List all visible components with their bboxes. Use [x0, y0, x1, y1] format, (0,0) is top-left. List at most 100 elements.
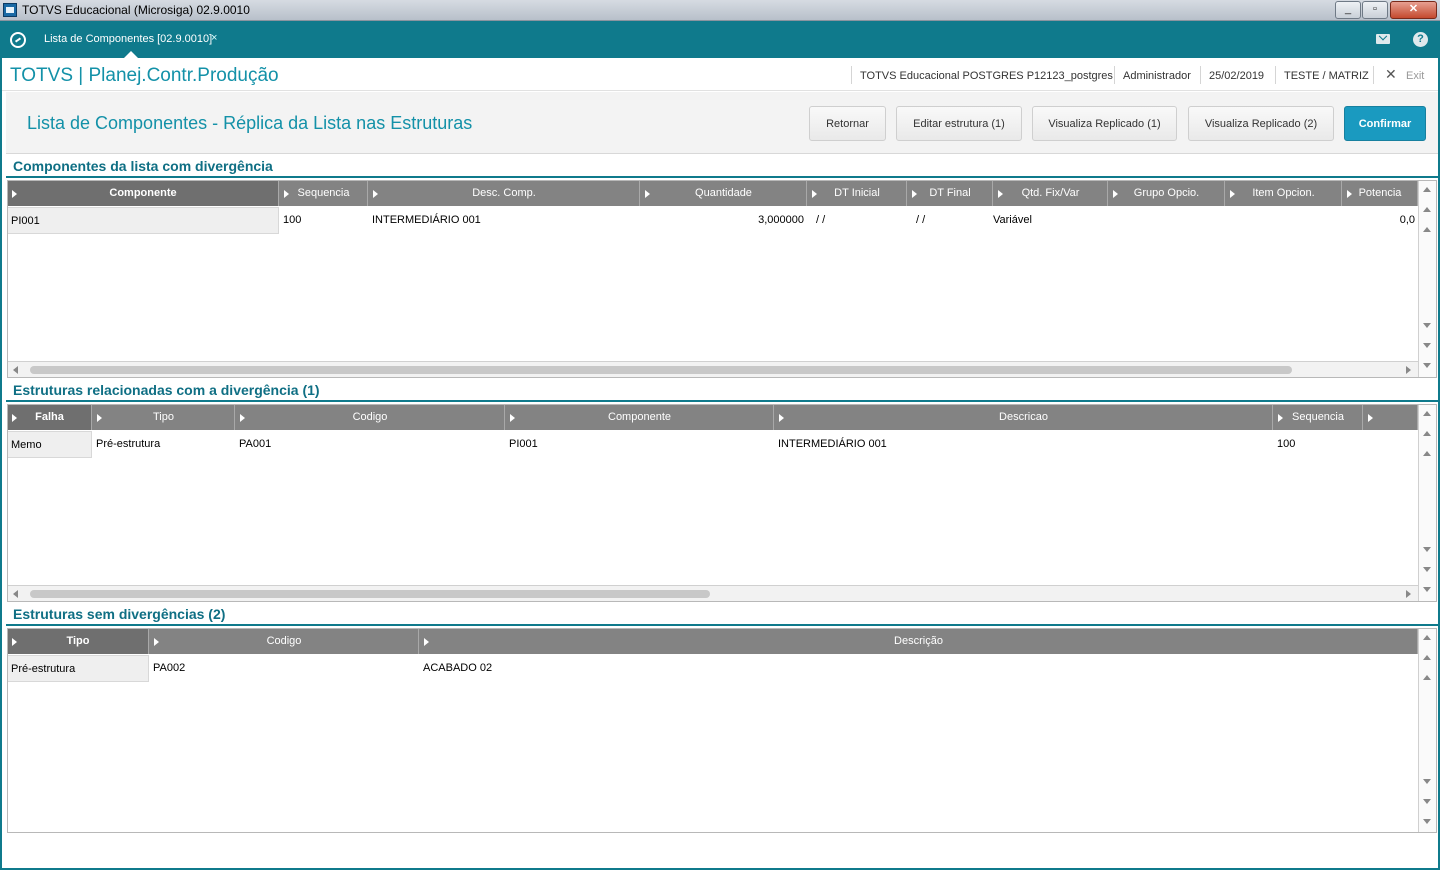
scroll-up-icon[interactable] [1423, 451, 1431, 456]
visualiza-replicado-2-button[interactable]: Visualiza Replicado (2) [1188, 106, 1334, 141]
totvs-logo-icon[interactable] [10, 32, 26, 48]
column-arrow-icon [1278, 414, 1283, 422]
table-cell[interactable]: ACABADO 02 [420, 655, 1418, 682]
scroll-down-icon[interactable] [1423, 547, 1431, 552]
column-header[interactable]: Falha [8, 405, 92, 430]
table-cell[interactable]: 100 [1274, 431, 1363, 458]
table-cell[interactable]: INTERMEDIÁRIO 001 [775, 431, 1273, 458]
table-cell[interactable]: 0,0 [1343, 207, 1418, 234]
column-header[interactable]: Item Opcion. [1226, 181, 1342, 206]
scroll-page-up-icon[interactable] [1423, 207, 1431, 212]
scroll-thumb[interactable] [30, 366, 1292, 374]
exit-icon[interactable]: ✕ [1385, 66, 1397, 83]
column-header[interactable]: Desc. Comp. [369, 181, 640, 206]
column-header[interactable] [1364, 405, 1418, 430]
column-header-label: Componente [109, 187, 177, 199]
header-separator [1114, 66, 1115, 84]
column-header[interactable]: DT Final [908, 181, 993, 206]
scroll-top-icon[interactable] [1423, 411, 1431, 416]
visualiza-replicado-1-button[interactable]: Visualiza Replicado (1) [1032, 106, 1177, 141]
column-header[interactable]: Codigo [150, 629, 419, 654]
table-row[interactable]: PI001 100 INTERMEDIÁRIO 001 3,000000 / /… [8, 207, 1418, 234]
tab-lista-componentes[interactable]: Lista de Componentes [02.9.0010] [44, 33, 212, 45]
section-title-divergencia: Componentes da lista com divergência [13, 158, 273, 174]
table-cell[interactable]: PA001 [236, 431, 505, 458]
table-row[interactable]: Memo Pré-estrutura PA001 PI001 INTERMEDI… [8, 431, 1418, 458]
exit-link[interactable]: Exit [1406, 70, 1424, 82]
table-row[interactable]: Pré-estrutura PA002 ACABADO 02 [8, 655, 1418, 682]
scroll-left-icon[interactable] [13, 590, 18, 598]
column-header[interactable]: Tipo [93, 405, 235, 430]
scroll-bottom-icon[interactable] [1423, 819, 1431, 824]
column-header[interactable]: Componente [506, 405, 774, 430]
table-cell[interactable]: PA002 [150, 655, 419, 682]
scroll-top-icon[interactable] [1423, 187, 1431, 192]
column-header-label: DT Inicial [834, 187, 880, 199]
horizontal-scrollbar[interactable] [8, 585, 1418, 601]
grid-header: Componente Sequencia Desc. Comp. Quantid… [8, 181, 1418, 206]
scroll-page-down-icon[interactable] [1423, 567, 1431, 572]
column-header-label: Grupo Opcio. [1133, 187, 1200, 199]
column-header[interactable]: Sequencia [1274, 405, 1363, 430]
column-header[interactable]: Codigo [236, 405, 505, 430]
table-cell[interactable]: Memo [8, 431, 92, 458]
table-cell[interactable]: PI001 [8, 207, 279, 234]
table-cell[interactable]: / / [813, 207, 907, 234]
minimize-button[interactable]: _ [1335, 1, 1361, 19]
scroll-left-icon[interactable] [13, 366, 18, 374]
scroll-page-up-icon[interactable] [1423, 431, 1431, 436]
scroll-up-icon[interactable] [1423, 675, 1431, 680]
scroll-bottom-icon[interactable] [1423, 587, 1431, 592]
column-header[interactable]: Tipo [8, 629, 149, 654]
column-header-label: Codigo [352, 411, 388, 423]
scroll-top-icon[interactable] [1423, 635, 1431, 640]
table-cell[interactable] [1226, 207, 1342, 234]
column-header-label: DT Final [929, 187, 971, 199]
mail-icon[interactable] [1376, 34, 1390, 44]
scroll-down-icon[interactable] [1423, 779, 1431, 784]
vertical-scrollbar[interactable] [1418, 181, 1436, 377]
table-cell[interactable]: 100 [280, 207, 368, 234]
scroll-right-icon[interactable] [1406, 366, 1411, 374]
column-arrow-icon [12, 414, 17, 422]
column-header[interactable]: Potencia [1343, 181, 1418, 206]
column-header[interactable]: Quantidade [641, 181, 807, 206]
maximize-button[interactable]: ▫ [1362, 1, 1388, 19]
tab-close-icon[interactable]: × [211, 32, 217, 44]
column-header[interactable]: Descricao [775, 405, 1273, 430]
scroll-up-icon[interactable] [1423, 227, 1431, 232]
column-header[interactable]: Componente [8, 181, 279, 206]
table-cell[interactable]: Pré-estrutura [93, 431, 235, 458]
vertical-scrollbar[interactable] [1418, 405, 1436, 601]
retornar-button[interactable]: Retornar [809, 106, 886, 141]
column-arrow-icon [1368, 414, 1373, 422]
column-header[interactable]: Qtd. Fix/Var [994, 181, 1108, 206]
scroll-down-icon[interactable] [1423, 323, 1431, 328]
help-icon[interactable]: ? [1413, 32, 1428, 47]
column-header[interactable]: DT Inicial [808, 181, 907, 206]
column-header[interactable]: Grupo Opcio. [1109, 181, 1225, 206]
header-separator [851, 66, 852, 84]
table-cell[interactable] [1364, 431, 1418, 458]
scroll-right-icon[interactable] [1406, 590, 1411, 598]
vertical-scrollbar[interactable] [1418, 629, 1436, 832]
table-cell[interactable]: INTERMEDIÁRIO 001 [369, 207, 640, 234]
scroll-bottom-icon[interactable] [1423, 363, 1431, 368]
scroll-page-down-icon[interactable] [1423, 799, 1431, 804]
scroll-page-down-icon[interactable] [1423, 343, 1431, 348]
table-cell[interactable]: Variável [990, 207, 1108, 234]
column-header[interactable]: Sequencia [280, 181, 368, 206]
table-cell[interactable]: PI001 [506, 431, 774, 458]
confirmar-button[interactable]: Confirmar [1344, 106, 1426, 141]
scroll-thumb[interactable] [30, 590, 710, 598]
horizontal-scrollbar[interactable] [8, 361, 1418, 377]
table-cell[interactable]: Pré-estrutura [8, 655, 149, 682]
table-cell[interactable] [1109, 207, 1225, 234]
table-cell[interactable]: / / [913, 207, 993, 234]
editar-estrutura-button[interactable]: Editar estrutura (1) [896, 106, 1022, 141]
scroll-page-up-icon[interactable] [1423, 655, 1431, 660]
column-arrow-icon [779, 414, 784, 422]
column-header[interactable]: Descrição [420, 629, 1418, 654]
close-window-button[interactable]: ✕ [1390, 1, 1437, 19]
table-cell[interactable]: 3,000000 [641, 207, 807, 234]
